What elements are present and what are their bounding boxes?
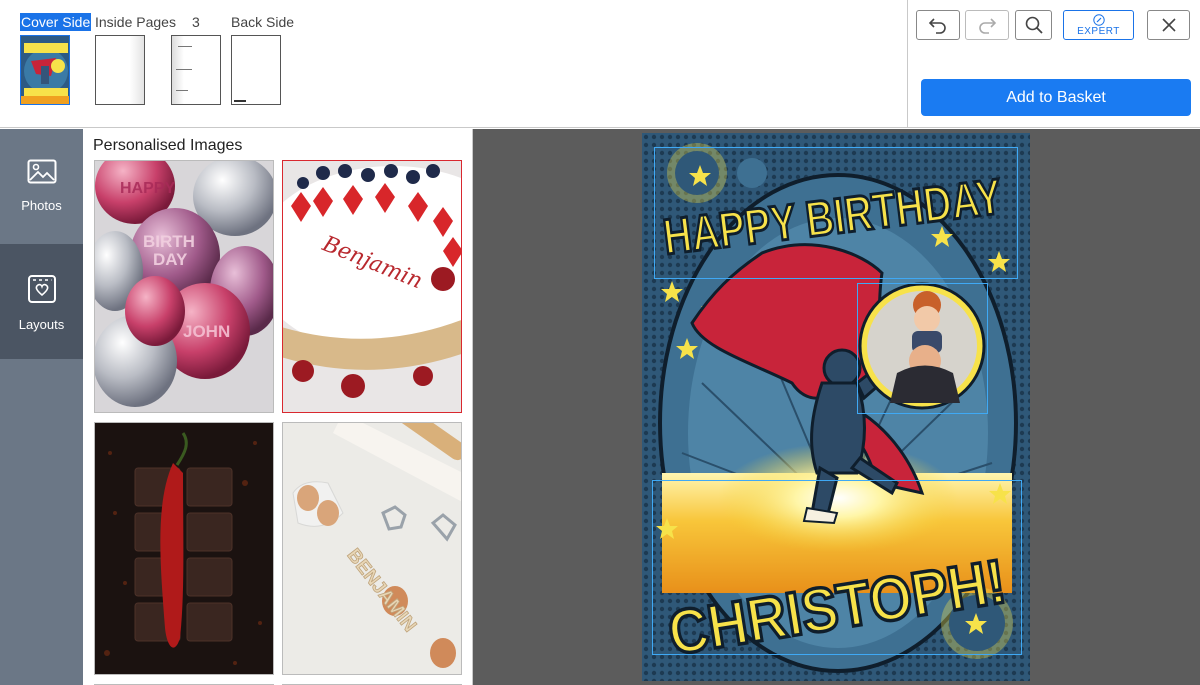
redo-button[interactable] [965,10,1009,40]
image-tile-cake[interactable]: Benjamin [282,160,462,413]
image-tile-baking[interactable]: BENJAMIN [282,422,462,675]
sidebar-item-label: Photos [21,198,62,213]
redo-icon [977,16,997,34]
add-to-basket-button[interactable]: Add to Basket [921,79,1191,116]
chocolate-image [95,423,273,674]
undo-icon [928,16,948,34]
undo-button[interactable] [916,10,960,40]
top-bar: Cover Side Inside Pages 3 Back Side EXPE… [0,0,1200,128]
close-icon [1161,18,1176,32]
panel-title: Personalised Images [93,137,243,154]
page-tab-back[interactable]: Back Side [231,14,294,30]
image-tile-balloons[interactable]: HAPPY BIRTH DAY JOHN [94,160,274,413]
balloon-text: DAY [153,250,188,269]
balloon-text: HAPPY [120,180,175,197]
zoom-button[interactable] [1015,10,1052,40]
inside-right-thumbnail[interactable] [171,35,221,105]
cover-thumbnail[interactable] [20,35,70,105]
design-canvas: HAPPY BIRTHDAY CHRISTOPH! [473,129,1200,685]
cake-image: Benjamin [283,161,461,412]
magnifier-icon [1024,15,1044,35]
expert-button[interactable]: EXPERT [1063,10,1134,40]
topbar-divider [907,0,908,128]
page-tab-inside[interactable]: Inside Pages [95,14,176,30]
inside-pages-label[interactable]: Inside Pages [95,14,176,30]
pencil-icon [1092,13,1105,26]
expert-label: EXPERT [1077,25,1120,37]
card-artwork: HAPPY BIRTHDAY CHRISTOPH! [642,133,1030,681]
balloon-text: JOHN [183,322,230,341]
card-preview[interactable]: HAPPY BIRTHDAY CHRISTOPH! [642,133,1030,681]
image-tile-chocolate[interactable] [94,422,274,675]
page-tab-cover[interactable]: Cover Side [20,13,92,31]
sidebar-item-label: Layouts [18,317,65,332]
inside-left-thumbnail[interactable] [95,35,145,105]
sidebar: Photos Layouts [0,129,83,685]
cover-thumbnail-art [21,36,69,104]
image-icon [27,129,57,198]
baking-image: BENJAMIN [283,423,461,674]
mini-text-line [176,90,188,91]
close-button[interactable] [1147,10,1190,40]
cover-side-label[interactable]: Cover Side [20,13,92,31]
back-side-label[interactable]: Back Side [231,14,294,30]
layout-icon [27,244,57,317]
mini-text-line [176,69,192,70]
balloons-image: HAPPY BIRTH DAY JOHN [95,161,273,412]
image-panel: Personalised Images HAPPY BIRTH DAY JOHN [83,129,473,685]
back-logo-mark [234,100,246,102]
sidebar-item-photos[interactable]: Photos [0,129,83,244]
balloon-text: BIRTH [143,232,195,251]
sidebar-item-layouts[interactable]: Layouts [0,244,83,359]
back-side-thumbnail[interactable] [231,35,281,105]
mini-text-line [178,46,192,47]
inside-page-count: 3 [192,14,200,30]
